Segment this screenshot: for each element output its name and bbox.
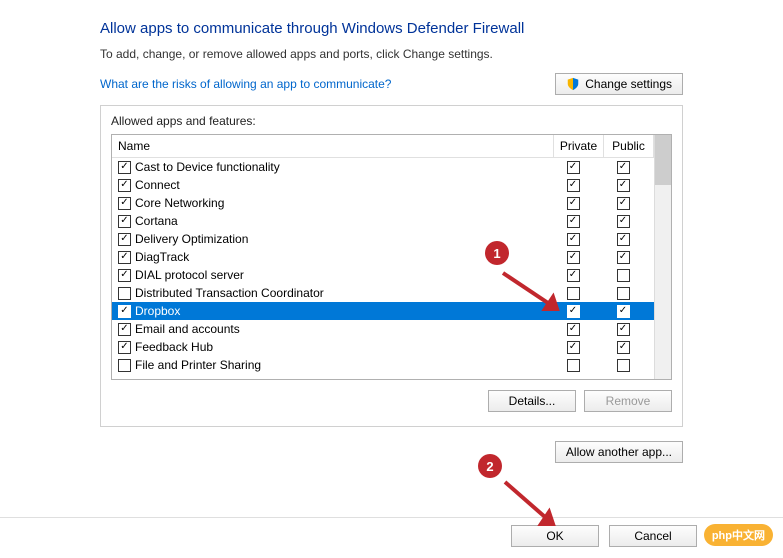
allowed-checkbox[interactable] [118, 197, 131, 210]
app-name: Dropbox [135, 304, 180, 318]
col-private[interactable]: Private [554, 135, 604, 157]
watermark: php中文网 [704, 524, 773, 546]
allowed-checkbox[interactable] [118, 287, 131, 300]
table-row[interactable]: Connect [112, 176, 654, 194]
table-row[interactable]: Email and accounts [112, 320, 654, 338]
allowed-checkbox[interactable] [118, 305, 131, 318]
app-name: Feedback Hub [135, 340, 213, 354]
page-title: Allow apps to communicate through Window… [100, 20, 683, 37]
table-row[interactable]: Cortana [112, 212, 654, 230]
page-description: To add, change, or remove allowed apps a… [100, 47, 683, 61]
col-public[interactable]: Public [604, 135, 654, 157]
private-checkbox[interactable] [567, 197, 580, 210]
group-label: Allowed apps and features: [111, 114, 672, 128]
cancel-button[interactable]: Cancel [609, 525, 697, 547]
allowed-checkbox[interactable] [118, 323, 131, 336]
allowed-checkbox[interactable] [118, 341, 131, 354]
table-row[interactable]: DiagTrack [112, 248, 654, 266]
public-checkbox[interactable] [617, 269, 630, 282]
public-checkbox[interactable] [617, 179, 630, 192]
table-row[interactable]: Dropbox [112, 302, 654, 320]
allowed-checkbox[interactable] [118, 233, 131, 246]
app-name: DIAL protocol server [135, 268, 244, 282]
allow-another-app-button[interactable]: Allow another app... [555, 441, 683, 463]
public-checkbox[interactable] [617, 197, 630, 210]
scrollbar[interactable] [654, 135, 671, 379]
public-checkbox[interactable] [617, 341, 630, 354]
private-checkbox[interactable] [567, 287, 580, 300]
table-row[interactable]: Distributed Transaction Coordinator [112, 284, 654, 302]
table-row[interactable]: Delivery Optimization [112, 230, 654, 248]
table-row[interactable]: Cast to Device functionality [112, 158, 654, 176]
public-checkbox[interactable] [617, 251, 630, 264]
apps-list[interactable]: Name Private Public Cast to Device funct… [112, 135, 654, 379]
private-checkbox[interactable] [567, 359, 580, 372]
table-row[interactable]: DIAL protocol server [112, 266, 654, 284]
change-settings-button[interactable]: Change settings [555, 73, 683, 95]
app-name: Core Networking [135, 196, 224, 210]
app-name: Email and accounts [135, 322, 240, 336]
app-name: Connect [135, 178, 180, 192]
private-checkbox[interactable] [567, 179, 580, 192]
allowed-checkbox[interactable] [118, 251, 131, 264]
public-checkbox[interactable] [617, 215, 630, 228]
private-checkbox[interactable] [567, 215, 580, 228]
app-name: Delivery Optimization [135, 232, 248, 246]
public-checkbox[interactable] [617, 323, 630, 336]
public-checkbox[interactable] [617, 161, 630, 174]
col-name[interactable]: Name [112, 135, 554, 157]
details-button[interactable]: Details... [488, 390, 576, 412]
app-name: DiagTrack [135, 250, 189, 264]
private-checkbox[interactable] [567, 305, 580, 318]
app-name: Distributed Transaction Coordinator [135, 286, 324, 300]
table-row[interactable]: Feedback Hub [112, 338, 654, 356]
table-row[interactable]: File and Printer Sharing [112, 356, 654, 374]
divider [0, 517, 783, 518]
public-checkbox[interactable] [617, 305, 630, 318]
app-name: Cortana [135, 214, 178, 228]
public-checkbox[interactable] [617, 359, 630, 372]
allowed-checkbox[interactable] [118, 359, 131, 372]
scrollbar-thumb[interactable] [655, 135, 671, 185]
table-row[interactable]: Core Networking [112, 194, 654, 212]
list-header: Name Private Public [112, 135, 654, 158]
change-settings-label: Change settings [585, 77, 672, 91]
allowed-checkbox[interactable] [118, 215, 131, 228]
public-checkbox[interactable] [617, 287, 630, 300]
app-name: File and Printer Sharing [135, 358, 261, 372]
remove-button: Remove [584, 390, 672, 412]
allowed-apps-group: Allowed apps and features: Name Private … [100, 105, 683, 427]
private-checkbox[interactable] [567, 323, 580, 336]
app-name: Cast to Device functionality [135, 160, 280, 174]
private-checkbox[interactable] [567, 251, 580, 264]
private-checkbox[interactable] [567, 161, 580, 174]
shield-icon [566, 77, 580, 91]
ok-button[interactable]: OK [511, 525, 599, 547]
allowed-checkbox[interactable] [118, 269, 131, 282]
allowed-checkbox[interactable] [118, 161, 131, 174]
allowed-checkbox[interactable] [118, 179, 131, 192]
private-checkbox[interactable] [567, 269, 580, 282]
public-checkbox[interactable] [617, 233, 630, 246]
private-checkbox[interactable] [567, 233, 580, 246]
private-checkbox[interactable] [567, 341, 580, 354]
risk-link[interactable]: What are the risks of allowing an app to… [100, 77, 391, 91]
